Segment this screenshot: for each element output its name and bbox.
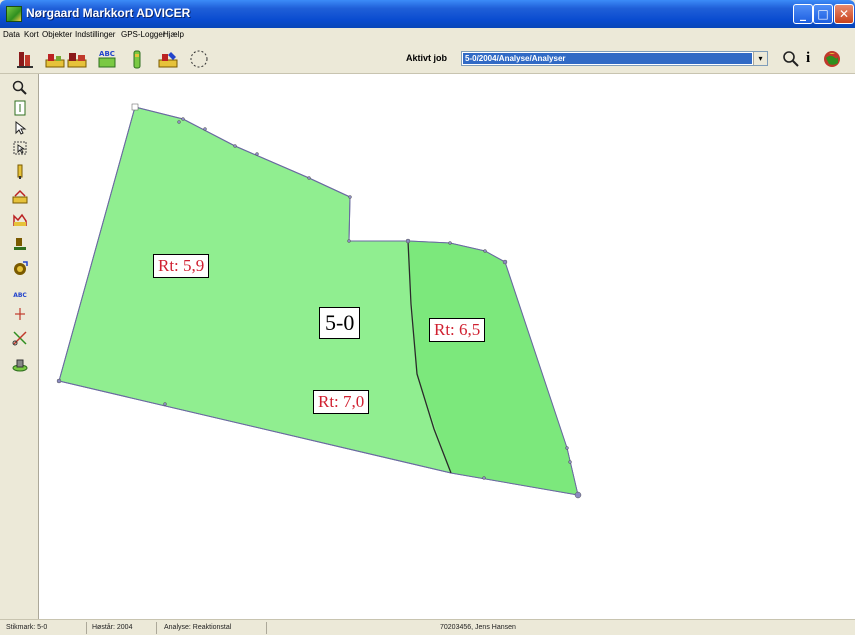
window-title: Nørgaard Markkort ADVICER (26, 6, 191, 20)
chevron-down-icon[interactable]: ▾ (753, 52, 767, 65)
menu-indstillinger[interactable]: Indstillinger (75, 30, 115, 39)
menu-objekter[interactable]: Objekter (42, 30, 72, 39)
field-icon[interactable] (44, 48, 66, 70)
page-icon[interactable] (12, 100, 28, 116)
status-user: 70203456, Jens Hansen (440, 624, 516, 631)
status-separator (156, 622, 157, 634)
abc-map-icon[interactable]: ABC (96, 48, 118, 70)
left-toolbar: ABC (0, 74, 38, 619)
move-icon[interactable] (12, 260, 28, 276)
farm-icon[interactable] (14, 48, 36, 70)
svg-text:ABC: ABC (99, 50, 115, 58)
status-bar: Stikmark: 5-0 Høstår: 2004 Analyse: Reak… (0, 619, 855, 635)
status-separator (86, 622, 87, 634)
fields-icon[interactable] (66, 48, 88, 70)
app-icon (6, 6, 22, 22)
zone-label-bottom: Rt: 7,0 (313, 390, 370, 414)
globe-icon[interactable] (822, 49, 842, 69)
axis-icon[interactable] (12, 306, 28, 322)
menu-gps-logger[interactable]: GPS-Logger (121, 30, 165, 39)
field-name-label: 5-0 (319, 307, 361, 339)
field-map[interactable] (39, 74, 855, 619)
zone-label-left: Rt: 5,9 (153, 254, 210, 278)
stamp-icon[interactable] (12, 356, 28, 372)
menu-bar: Data Kort Objekter Indstillinger GPS-Log… (0, 28, 855, 42)
field-draw-icon[interactable] (12, 188, 28, 204)
main-toolbar: ABC Aktivt job 5-0/2004/Analyse/Analyser… (0, 44, 855, 74)
minimize-button[interactable]: _ (793, 4, 813, 24)
title-bar[interactable]: Nørgaard Markkort ADVICER _ □ ✕ (0, 0, 855, 28)
status-separator (266, 622, 267, 634)
active-job-dropdown[interactable]: 5-0/2004/Analyse/Analyser ▾ (461, 51, 768, 66)
maximize-button[interactable]: □ (813, 4, 833, 24)
active-job-label: Aktivt job (406, 53, 448, 63)
measure-icon[interactable] (12, 236, 28, 252)
bottle-icon[interactable] (126, 48, 148, 70)
menu-hjaelp[interactable]: Hjælp (163, 30, 184, 39)
menu-data[interactable]: Data (3, 30, 20, 39)
zone-label-right: Rt: 6,5 (429, 318, 486, 342)
vertex-handle[interactable] (131, 103, 139, 111)
app-window: Nørgaard Markkort ADVICER _ □ ✕ Data Kor… (0, 0, 855, 635)
abc-icon-text: ABC (13, 292, 27, 299)
select-area-icon[interactable] (188, 48, 210, 70)
search-icon[interactable] (782, 50, 800, 68)
select-icon[interactable] (12, 140, 28, 156)
status-field: Stikmark: 5-0 (6, 624, 48, 631)
graph-icon[interactable] (12, 212, 28, 228)
active-job-value: 5-0/2004/Analyse/Analyser (463, 53, 752, 64)
status-harvest: Høstår: 2004 (92, 624, 133, 631)
map-edit-icon[interactable] (157, 48, 179, 70)
pin-icon[interactable] (12, 164, 28, 180)
zoom-icon[interactable] (12, 80, 28, 96)
abc-icon[interactable]: ABC (12, 286, 28, 302)
scissors-icon[interactable] (12, 330, 28, 346)
status-analysis: Analyse: Reaktionstal (164, 624, 232, 631)
close-button[interactable]: ✕ (834, 4, 854, 24)
map-canvas[interactable]: Rt: 5,9 5-0 Rt: 6,5 Rt: 7,0 (38, 74, 855, 619)
menu-kort[interactable]: Kort (24, 30, 39, 39)
pointer-icon[interactable] (12, 120, 28, 136)
